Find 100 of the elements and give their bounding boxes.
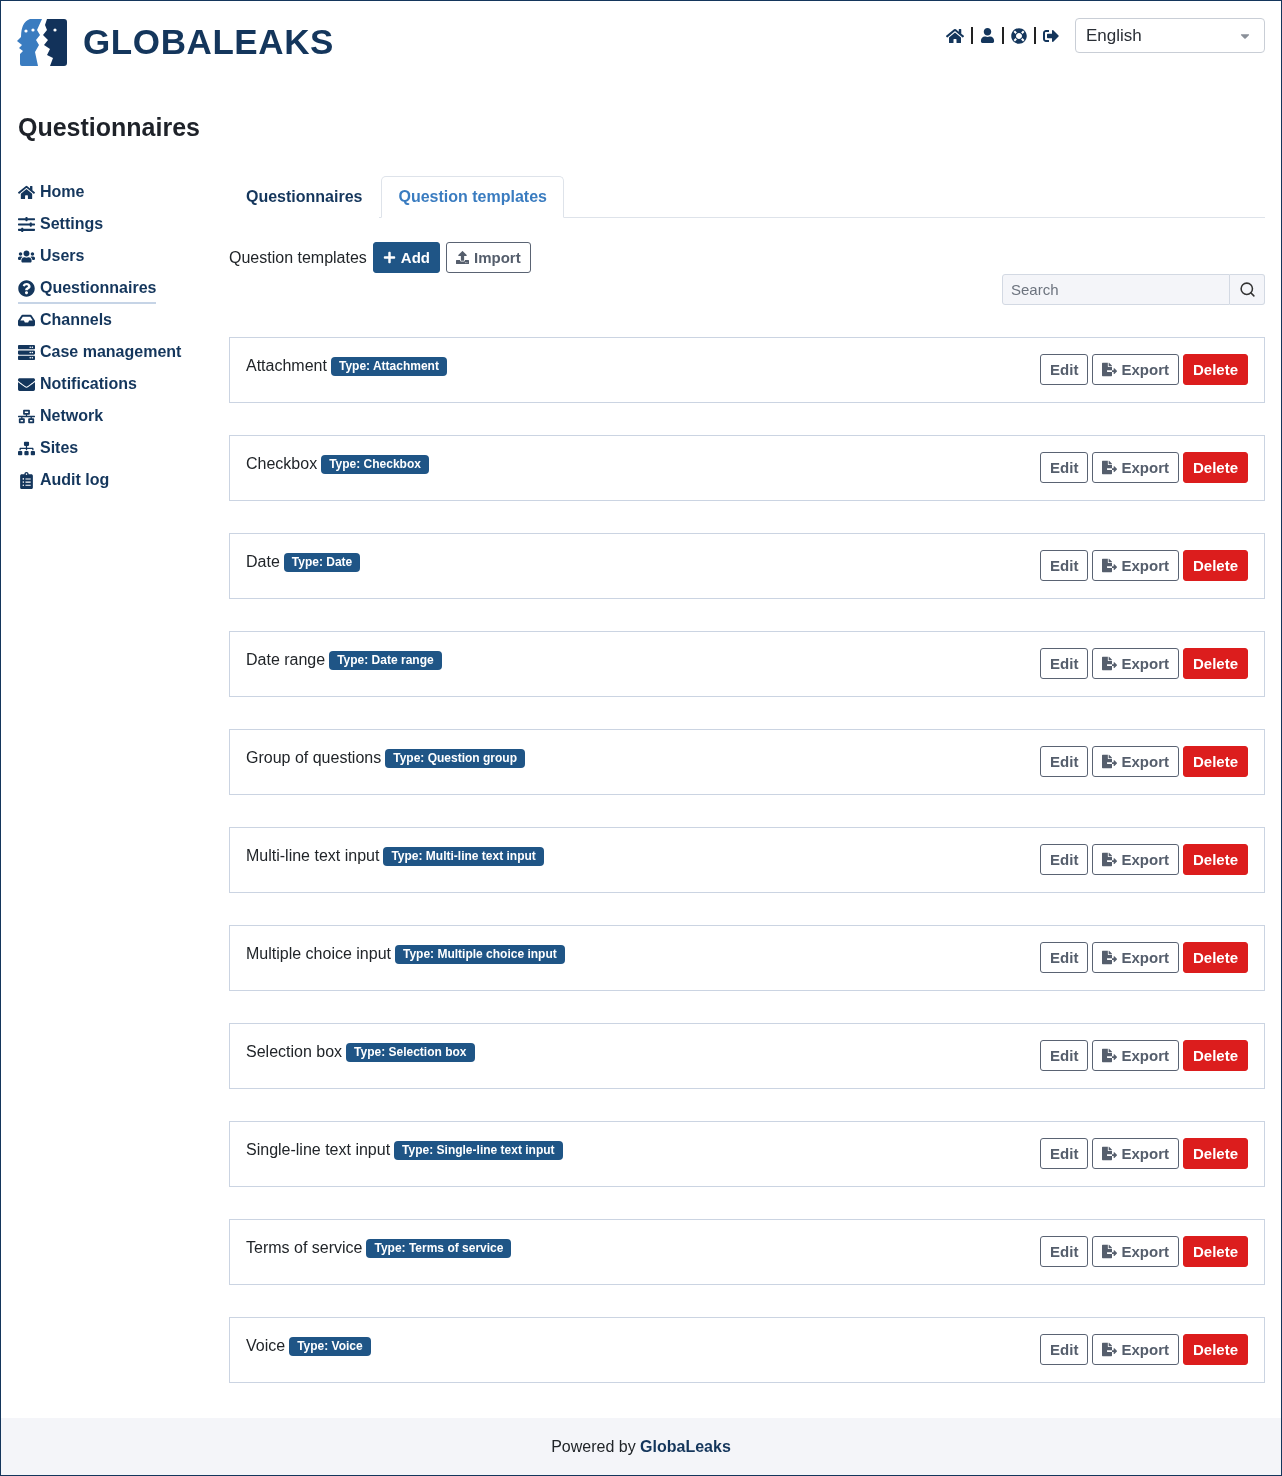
type-badge: Type: Terms of service xyxy=(366,1238,512,1258)
server-icon xyxy=(18,343,35,361)
export-button[interactable]: Export xyxy=(1092,1040,1179,1071)
type-badge: Type: Date xyxy=(283,552,361,572)
file-export-icon xyxy=(1102,362,1118,377)
file-export-icon xyxy=(1102,656,1118,671)
sidebar-item[interactable]: Audit log xyxy=(18,464,110,496)
delete-button[interactable]: Delete xyxy=(1182,452,1248,483)
file-export-icon xyxy=(1102,852,1118,867)
template-title: Date xyxy=(246,553,280,571)
edit-button[interactable]: Edit xyxy=(1040,1334,1089,1365)
export-button[interactable]: Export xyxy=(1092,844,1179,875)
sidebar-item[interactable]: Users xyxy=(18,240,85,272)
edit-button[interactable]: Edit xyxy=(1040,1236,1089,1267)
export-button[interactable]: Export xyxy=(1092,354,1179,385)
add-button[interactable]: Add xyxy=(372,242,441,273)
type-badge: Type: Checkbox xyxy=(321,454,429,474)
template-title: Date range xyxy=(246,651,326,669)
file-export-icon xyxy=(1102,1048,1118,1063)
edit-button[interactable]: Edit xyxy=(1040,942,1089,973)
delete-button[interactable]: Delete xyxy=(1182,550,1248,581)
search-button[interactable] xyxy=(1230,274,1265,305)
type-badge: Type: Date range xyxy=(329,650,442,670)
delete-button[interactable]: Delete xyxy=(1182,1138,1248,1169)
edit-button[interactable]: Edit xyxy=(1040,1138,1089,1169)
delete-button[interactable]: Delete xyxy=(1182,1334,1248,1365)
export-button[interactable]: Export xyxy=(1092,1334,1179,1365)
export-button[interactable]: Export xyxy=(1092,452,1179,483)
upload-icon xyxy=(456,251,470,264)
sidebar-item[interactable]: Home xyxy=(18,176,85,208)
user-icon[interactable] xyxy=(980,28,995,43)
sitemap-icon xyxy=(18,439,35,457)
export-button[interactable]: Export xyxy=(1092,1138,1179,1169)
template-title: Multi-line text input xyxy=(246,847,380,865)
export-button[interactable]: Export xyxy=(1092,648,1179,679)
export-button[interactable]: Export xyxy=(1092,746,1179,777)
page-title: Questionnaires xyxy=(18,112,200,143)
tab[interactable]: Question templates xyxy=(381,176,564,218)
template-title: Voice xyxy=(246,1337,286,1355)
sidebar-item[interactable]: Network xyxy=(18,400,104,432)
section-label: Question templates xyxy=(229,248,367,267)
template-title: Selection box xyxy=(246,1043,343,1061)
template-title: Group of questions xyxy=(246,749,382,767)
edit-button[interactable]: Edit xyxy=(1040,746,1089,777)
type-badge: Type: Multi-line text input xyxy=(383,846,544,866)
template-title: Checkbox xyxy=(246,455,318,473)
export-button[interactable]: Export xyxy=(1092,942,1179,973)
logout-icon[interactable] xyxy=(1043,27,1059,44)
delete-button[interactable]: Delete xyxy=(1182,746,1248,777)
delete-button[interactable]: Delete xyxy=(1182,844,1248,875)
file-export-icon xyxy=(1102,1244,1118,1259)
network-icon xyxy=(18,407,35,425)
export-button[interactable]: Export xyxy=(1092,550,1179,581)
plus-icon xyxy=(382,251,396,264)
file-export-icon xyxy=(1102,460,1118,475)
export-button[interactable]: Export xyxy=(1092,1236,1179,1267)
sidebar-item[interactable]: Notifications xyxy=(18,368,137,400)
clipboard-icon xyxy=(18,471,35,489)
type-badge: Type: Attachment xyxy=(330,356,447,376)
file-export-icon xyxy=(1102,558,1118,573)
file-export-icon xyxy=(1102,1342,1118,1357)
file-export-icon xyxy=(1102,950,1118,965)
sidebar-item[interactable]: Channels xyxy=(18,304,112,336)
edit-button[interactable]: Edit xyxy=(1040,452,1089,483)
delete-button[interactable]: Delete xyxy=(1182,1236,1248,1267)
language-select[interactable]: English xyxy=(1075,18,1265,53)
type-badge: Type: Voice xyxy=(289,1336,371,1356)
file-export-icon xyxy=(1102,1146,1118,1161)
envelope-icon xyxy=(18,375,35,393)
template-title: Multiple choice input xyxy=(246,945,391,963)
logo-text: GLOBALEAKS xyxy=(83,21,334,63)
logo-icon xyxy=(17,17,67,67)
sidebar-item[interactable]: Sites xyxy=(18,432,79,464)
home-icon[interactable] xyxy=(946,26,964,45)
template-title: Terms of service xyxy=(246,1239,363,1257)
delete-button[interactable]: Delete xyxy=(1182,354,1248,385)
edit-button[interactable]: Edit xyxy=(1040,648,1089,679)
delete-button[interactable]: Delete xyxy=(1182,648,1248,679)
home-icon xyxy=(18,183,35,201)
life-ring-icon[interactable] xyxy=(1011,27,1027,44)
delete-button[interactable]: Delete xyxy=(1182,1040,1248,1071)
sidebar-item[interactable]: Case management xyxy=(18,336,182,368)
template-title: Single-line text input xyxy=(246,1141,391,1159)
footer-text: Powered by GlobaLeaks xyxy=(551,1437,731,1456)
search-field[interactable]: Search xyxy=(1002,274,1230,305)
edit-button[interactable]: Edit xyxy=(1040,354,1089,385)
type-badge: Type: Single-line text input xyxy=(394,1140,563,1160)
edit-button[interactable]: Edit xyxy=(1040,550,1089,581)
file-export-icon xyxy=(1102,754,1118,769)
delete-button[interactable]: Delete xyxy=(1182,942,1248,973)
sidebar-item[interactable]: Settings xyxy=(18,208,104,240)
template-title: Attachment xyxy=(246,357,327,375)
sliders-icon xyxy=(18,215,35,233)
edit-button[interactable]: Edit xyxy=(1040,844,1089,875)
sidebar-item[interactable]: Questionnaires xyxy=(18,272,157,304)
edit-button[interactable]: Edit xyxy=(1040,1040,1089,1071)
type-badge: Type: Multiple choice input xyxy=(394,944,565,964)
type-badge: Type: Question group xyxy=(385,748,525,768)
import-button[interactable]: Import xyxy=(446,242,531,273)
search-icon xyxy=(1238,281,1256,298)
